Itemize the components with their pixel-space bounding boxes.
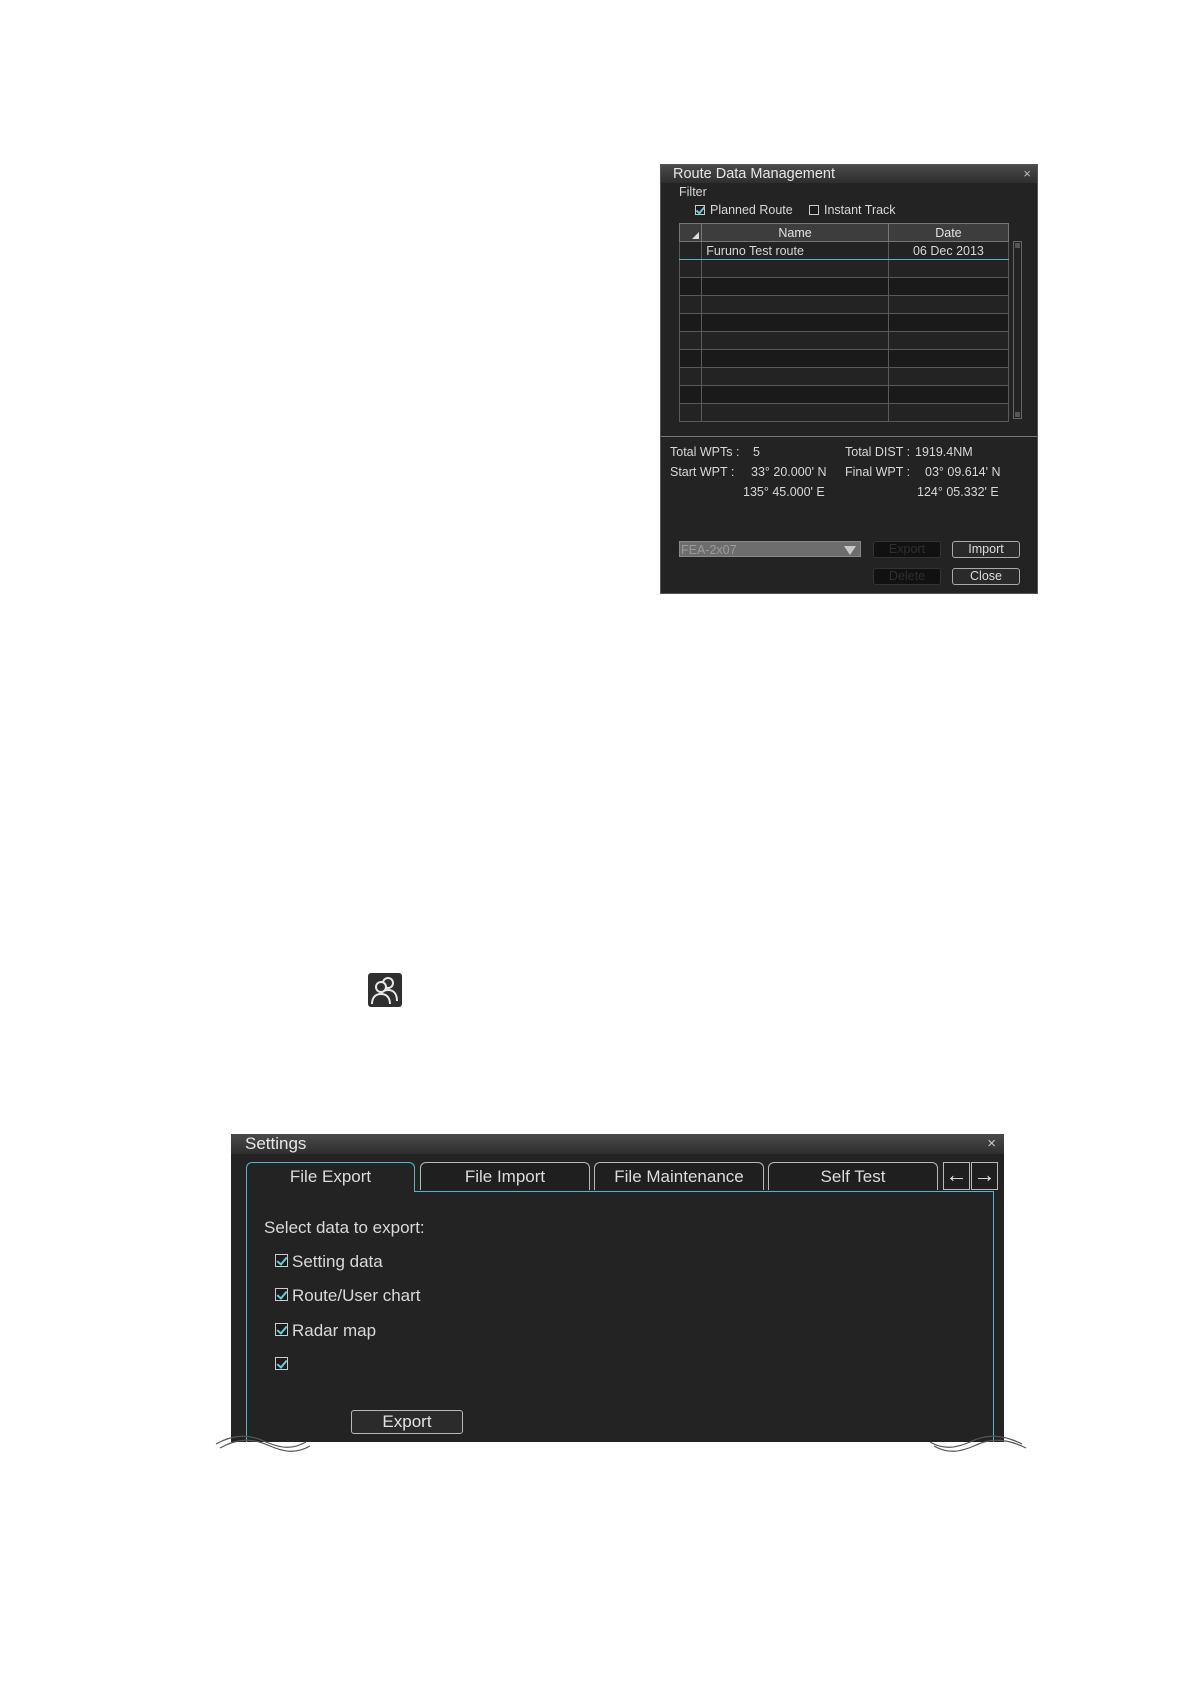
table-row-empty	[678, 403, 1010, 422]
route-name-cell: Furuno Test route	[701, 241, 889, 260]
row-marker	[678, 241, 703, 260]
column-header-name[interactable]: Name	[701, 223, 889, 242]
filter-instant-track[interactable]: Instant Track	[809, 203, 896, 217]
sort-corner-icon[interactable]	[678, 223, 703, 242]
dropdown-arrow-icon[interactable]	[844, 546, 856, 555]
table-row-empty	[678, 259, 1010, 278]
column-header-date[interactable]: Date	[887, 223, 1010, 242]
table-scrollbar[interactable]	[1013, 241, 1022, 419]
checkbox-checked-icon[interactable]	[695, 205, 705, 215]
user-profile-icon[interactable]	[368, 973, 402, 1007]
option-label: Setting data	[292, 1252, 383, 1271]
dialog-title: Route Data Management	[661, 165, 1037, 183]
total-dist-value: 1919.4NM	[915, 445, 973, 459]
checkbox-checked-icon[interactable]	[275, 1357, 288, 1370]
option-unlabeled[interactable]	[275, 1355, 292, 1375]
arrow-right-icon[interactable]: →	[971, 1162, 998, 1190]
tab-file-maintenance[interactable]: File Maintenance	[594, 1162, 764, 1190]
close-icon[interactable]: ×	[1023, 165, 1031, 183]
tab-self-test[interactable]: Self Test	[768, 1162, 938, 1190]
close-icon[interactable]: ×	[987, 1134, 996, 1154]
table-row-empty	[678, 277, 1010, 296]
checkbox-checked-icon[interactable]	[275, 1254, 288, 1267]
final-wpt-lon: 124° 05.332' E	[917, 485, 999, 499]
route-table: Name Date Furuno Test route 06 Dec 2013	[678, 223, 1010, 422]
checkbox-checked-icon[interactable]	[275, 1288, 288, 1301]
start-wpt-label: Start WPT :	[670, 465, 735, 479]
import-button[interactable]: Import	[952, 541, 1020, 558]
divider	[661, 436, 1037, 437]
filter-label: Filter	[679, 185, 707, 199]
dialog-title: Settings	[231, 1134, 1004, 1154]
final-wpt-label: Final WPT :	[845, 465, 911, 479]
scroll-up-icon[interactable]	[1015, 243, 1020, 248]
table-row-empty	[678, 385, 1010, 404]
total-wpts-label: Total WPTs :	[670, 445, 740, 459]
filter-planned-route[interactable]: Planned Route	[695, 203, 793, 217]
option-label: Route/User chart	[292, 1286, 421, 1305]
device-select[interactable]: FEA-2x07	[679, 541, 861, 557]
option-route-user-chart[interactable]: Route/User chart	[275, 1286, 421, 1306]
settings-dialog: Settings × File Export File Import File …	[231, 1134, 1004, 1442]
export-button[interactable]: Export	[351, 1410, 463, 1434]
checkbox-unchecked-icon[interactable]	[809, 205, 819, 215]
start-wpt-lon: 135° 45.000' E	[743, 485, 825, 499]
table-row-empty	[678, 349, 1010, 368]
table-row[interactable]: Furuno Test route 06 Dec 2013	[678, 241, 1010, 260]
table-row-empty	[678, 367, 1010, 386]
arrow-left-icon[interactable]: ←	[943, 1162, 970, 1190]
tab-file-export[interactable]: File Export	[246, 1162, 415, 1192]
option-radar-map[interactable]: Radar map	[275, 1321, 376, 1341]
scroll-down-icon[interactable]	[1015, 412, 1020, 417]
option-setting-data[interactable]: Setting data	[275, 1252, 383, 1272]
filter-planned-route-label: Planned Route	[710, 203, 793, 217]
table-row-empty	[678, 331, 1010, 350]
option-label: Radar map	[292, 1321, 377, 1340]
tab-file-import[interactable]: File Import	[420, 1162, 590, 1190]
table-row-empty	[678, 313, 1010, 332]
export-button[interactable]: Export	[873, 541, 941, 558]
table-row-empty	[678, 295, 1010, 314]
start-wpt-lat: 33° 20.000' N	[751, 465, 827, 479]
break-line-left	[215, 1435, 311, 1452]
select-data-label: Select data to export:	[264, 1218, 425, 1237]
final-wpt-lat: 03° 09.614' N	[925, 465, 1001, 479]
break-line-right	[929, 1435, 1027, 1452]
route-data-management-dialog: Route Data Management × Filter Planned R…	[660, 164, 1038, 594]
close-button[interactable]: Close	[952, 568, 1020, 585]
checkbox-checked-icon[interactable]	[275, 1323, 288, 1336]
user-profile-icon-glyph	[371, 977, 398, 1005]
filter-instant-track-label: Instant Track	[824, 203, 896, 217]
device-select-value: FEA-2x07	[681, 543, 737, 557]
route-date-cell: 06 Dec 2013	[887, 241, 1010, 260]
total-wpts-value: 5	[753, 445, 760, 459]
delete-button[interactable]: Delete	[873, 568, 941, 585]
total-dist-label: Total DIST :	[845, 445, 911, 459]
